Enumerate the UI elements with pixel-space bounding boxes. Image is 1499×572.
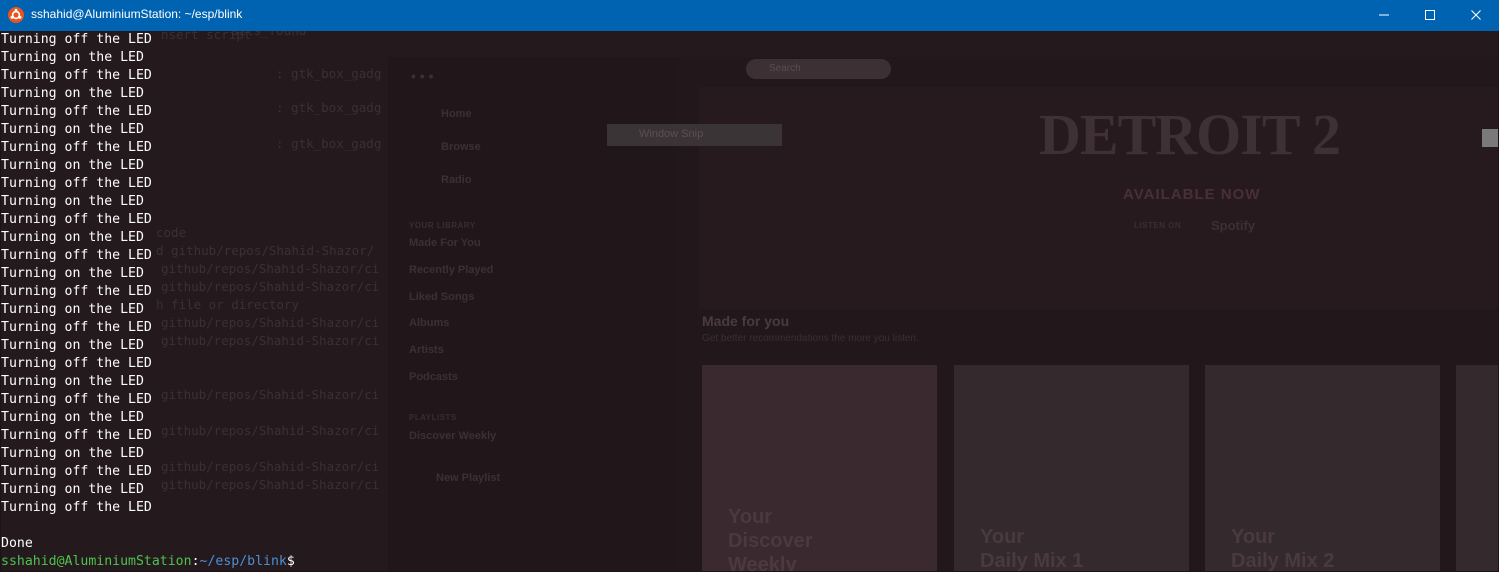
ghost-nav-radio: Radio — [441, 174, 472, 186]
ghost-code-line: github/repos/Shahid-Shazor/ci — [161, 315, 380, 330]
ghost-code-line: github/repos/Shahid-Shazor/ci — [161, 477, 380, 492]
close-button[interactable] — [1453, 0, 1499, 31]
title-bar[interactable]: sshahid@AluminiumStation: ~/esp/blink — [0, 0, 1499, 31]
minimize-button[interactable] — [1361, 0, 1407, 31]
output-line: Turning off the LED — [1, 500, 152, 515]
ghost-new-playlist: New Playlist — [436, 472, 501, 484]
output-line: Turning on the LED — [1, 374, 144, 389]
terminal-window[interactable]: ails_found nsert script : gtk_box_gadg :… — [1, 31, 1498, 571]
ghost-card-text: Weekly — [728, 554, 797, 571]
ubuntu-icon[interactable] — [8, 7, 24, 23]
ghost-card-text: Your — [1231, 526, 1276, 548]
output-line: Turning off the LED — [1, 212, 152, 227]
prompt-separator: : — [191, 554, 200, 569]
ghost-code-line: github/repos/Shahid-Shazor/ci — [161, 279, 380, 294]
output-line: Turning on the LED — [1, 410, 144, 425]
ghost-code-line: github/repos/Shahid-Shazor/ci — [161, 387, 380, 402]
ghost-library-item: Made For You — [409, 237, 481, 249]
ghost-window-snip: Window Snip — [607, 124, 782, 146]
output-line: Turning on the LED — [1, 86, 144, 101]
ghost-hero-brand: Spotify — [1211, 218, 1256, 233]
ghost-code-line: code — [156, 225, 187, 240]
output-line: Turning off the LED — [1, 248, 152, 263]
output-line: Turning off the LED — [1, 104, 152, 119]
maximize-icon — [1425, 10, 1435, 20]
ghost-code-line: nsert script — [161, 31, 252, 42]
ghost-card: Your Discover Weekly — [702, 365, 937, 571]
transparent-background: ails_found nsert script : gtk_box_gadg :… — [1, 31, 1498, 571]
output-line: Turning on the LED — [1, 266, 144, 281]
output-line: Turning off the LED — [1, 140, 152, 155]
ghost-library-item: Liked Songs — [409, 291, 475, 303]
ghost-code-line: : gtk_box_gadg — [276, 100, 382, 115]
ghost-library-item: Artists — [409, 344, 444, 356]
ghost-code-line: github/repos/Shahid-Shazor/ci — [161, 423, 380, 438]
close-icon — [1471, 10, 1481, 20]
ghost-dots: • • • — [411, 68, 434, 84]
ghost-library-item: Podcasts — [409, 371, 458, 383]
ghost-window-snip-label: Window Snip — [639, 128, 704, 140]
output-line: Turning off the LED — [1, 176, 152, 191]
prompt-path: ~/esp/blink — [199, 554, 287, 569]
output-line: Turning on the LED — [1, 158, 144, 173]
output-line: Turning on the LED — [1, 482, 144, 497]
ghost-hero-listen: LISTEN ON — [1134, 221, 1182, 230]
maximize-button[interactable] — [1407, 0, 1453, 31]
done-line: Done — [1, 536, 33, 551]
ghost-made-for-you-title: Made for you — [702, 313, 790, 329]
ghost-library-item: Albums — [409, 317, 450, 329]
ghost-library-header: YOUR LIBRARY — [409, 221, 476, 230]
output-line: Turning on the LED — [1, 194, 144, 209]
ghost-code-line: h file or directory — [156, 297, 299, 312]
ghost-playlist-item: Discover Weekly — [409, 430, 497, 442]
output-line: Turning off the LED — [1, 32, 152, 47]
prompt-symbol: $ — [286, 554, 295, 569]
ghost-code-line: github/repos/Shahid-Shazor/ci — [161, 459, 380, 474]
prompt-line[interactable]: sshahid@AluminiumStation:~/esp/blink$ — [1, 553, 295, 571]
output-line: Turning off the LED — [1, 428, 152, 443]
ghost-code-line: : gtk_box_gadg — [276, 66, 382, 81]
output-line: Turning off the LED — [1, 464, 152, 479]
ghost-hero-title: DETROIT 2 — [1039, 102, 1341, 167]
ghost-code-line: : gtk_box_gadg — [276, 136, 382, 151]
ghost-library-item: Recently Played — [409, 264, 494, 276]
output-line: Turning on the LED — [1, 302, 144, 317]
output-line: Turning off the LED — [1, 392, 152, 407]
output-line: Turning on the LED — [1, 446, 144, 461]
ghost-card-text: Your — [728, 506, 773, 528]
ghost-card-text: Daily Mix 2 — [1231, 550, 1335, 571]
output-line: Turning on the LED — [1, 338, 144, 353]
output-line: Turning on the LED — [1, 122, 144, 137]
ghost-card-text: Discover — [728, 530, 813, 552]
ghost-hero-avail: AVAILABLE NOW — [1123, 186, 1261, 203]
ghost-card-text: Your — [980, 526, 1025, 548]
ghost-playlists-header: PLAYLISTS — [409, 413, 457, 422]
ghost-card: Your Daily Mix 1 — [954, 365, 1189, 571]
ghost-code-line: d github/repos/Shahid-Shazor/ — [156, 243, 375, 258]
ghost-nav-browse: Browse — [441, 141, 481, 153]
output-line: Turning off the LED — [1, 284, 152, 299]
ghost-code-line: github/repos/Shahid-Shazor/ci — [161, 261, 380, 276]
ghost-card-text: Daily Mix 1 — [980, 550, 1084, 571]
output-line: Turning off the LED — [1, 320, 152, 335]
ghost-search-placeholder: Search — [769, 63, 801, 74]
ghost-made-for-you-sub: Get better recommendations the more you … — [702, 333, 919, 344]
window-title: sshahid@AluminiumStation: ~/esp/blink — [31, 7, 243, 21]
ghost-card: Your Daily Mix 2 — [1205, 365, 1440, 571]
ghost-search-pill — [746, 59, 891, 79]
prompt-user-host: sshahid@AluminiumStation — [1, 554, 192, 569]
minimize-icon — [1379, 14, 1389, 16]
output-line: Turning on the LED — [1, 50, 144, 65]
ghost-code-line: github/repos/Shahid-Shazor/ci — [161, 333, 380, 348]
output-line: Turning off the LED — [1, 356, 152, 371]
ghost-card — [1456, 365, 1498, 571]
scrollbar-thumb[interactable] — [1482, 129, 1498, 147]
output-line: Turning off the LED — [1, 68, 152, 83]
output-line: Turning on the LED — [1, 230, 144, 245]
ghost-nav-home: Home — [441, 108, 472, 120]
